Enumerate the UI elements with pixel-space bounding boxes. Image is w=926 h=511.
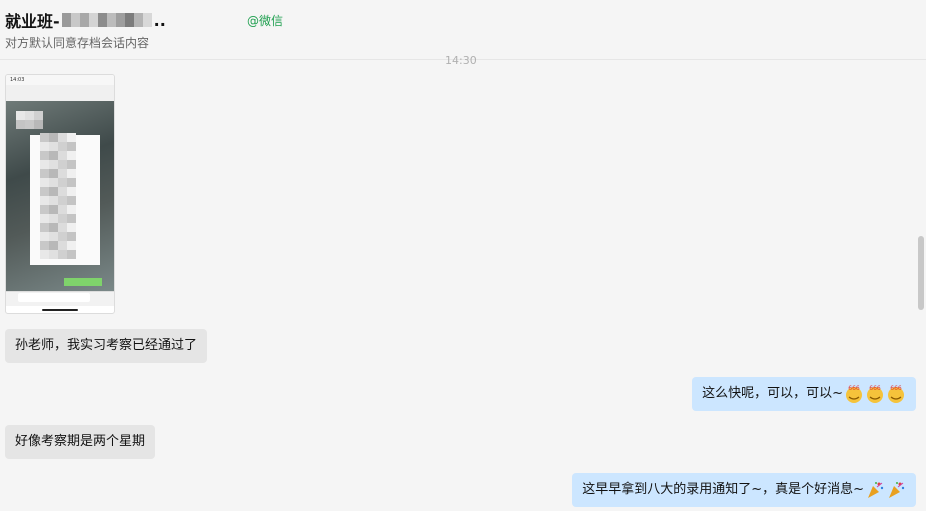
svg-text:666: 666 <box>848 385 860 392</box>
mosaic-tile <box>49 196 58 205</box>
mosaic-tile <box>49 178 58 187</box>
666-emoji-icon: 666 <box>888 385 904 403</box>
mosaic-tile <box>49 187 58 196</box>
chat-window: 就业班- .. @微信 对方默认同意存档会话内容 14:30 14:03 孙老师… <box>0 0 926 511</box>
phone-input-box <box>18 293 90 302</box>
chat-title-row[interactable]: 就业班- .. <box>5 9 166 32</box>
party-popper-icon <box>868 482 884 498</box>
mosaic-tile <box>58 133 67 142</box>
chat-title: 就业班- <box>5 12 60 31</box>
mosaic-tile <box>67 151 76 160</box>
mosaic-tile <box>40 232 49 241</box>
chat-title-ellipsis: .. <box>153 10 166 30</box>
mosaic-tile <box>16 111 25 120</box>
666-emoji-icon: 666 <box>846 385 862 403</box>
mosaic-tile <box>40 151 49 160</box>
mosaic-tile <box>67 133 76 142</box>
mosaic-tile <box>58 169 67 178</box>
mosaic-tile <box>67 250 76 259</box>
svg-text:666: 666 <box>890 385 902 392</box>
message-text: 好像考察期是两个星期 <box>15 434 146 449</box>
mosaic-tile <box>67 142 76 151</box>
redaction-mosaic <box>16 111 43 129</box>
mosaic-tile <box>58 187 67 196</box>
mosaic-tile <box>58 223 67 232</box>
mosaic-tile <box>67 232 76 241</box>
mosaic-tile <box>58 250 67 259</box>
mosaic-tile <box>58 178 67 187</box>
mosaic-tile <box>49 232 58 241</box>
image-message[interactable]: 14:03 <box>5 74 115 314</box>
svg-text:666: 666 <box>869 385 881 392</box>
mosaic-tile <box>58 196 67 205</box>
wechat-source-tag: @微信 <box>247 14 284 28</box>
mosaic-tile <box>40 214 49 223</box>
mosaic-tile <box>25 120 34 129</box>
message-text: 这么快呢，可以，可以~ <box>702 386 843 401</box>
mosaic-tile <box>67 187 76 196</box>
phone-nav-bar <box>6 85 114 101</box>
party-popper-icon <box>889 482 905 498</box>
mosaic-tile <box>49 142 58 151</box>
message-bubble-incoming[interactable]: 孙老师，我实习考察已经通过了 <box>5 329 208 363</box>
message-timestamp: 14:30 <box>445 54 477 64</box>
mosaic-tile <box>67 223 76 232</box>
mosaic-tile <box>67 205 76 214</box>
mosaic-tile <box>49 160 58 169</box>
mosaic-tile <box>40 160 49 169</box>
mosaic-tile <box>40 205 49 214</box>
mosaic-tile <box>67 214 76 223</box>
mosaic-tile <box>67 196 76 205</box>
phone-status-bar: 14:03 <box>6 75 114 85</box>
mosaic-tile <box>40 196 49 205</box>
mosaic-tile <box>58 160 67 169</box>
home-indicator <box>42 309 78 311</box>
mosaic-tile <box>34 111 43 120</box>
mosaic-tile <box>25 111 34 120</box>
mosaic-tile <box>49 223 58 232</box>
mosaic-tile <box>58 241 67 250</box>
mosaic-tile <box>58 151 67 160</box>
mosaic-tile <box>49 250 58 259</box>
mosaic-tile <box>67 178 76 187</box>
mosaic-tile <box>58 232 67 241</box>
mosaic-tile <box>49 133 58 142</box>
mosaic-tile <box>40 241 49 250</box>
mosaic-tile <box>49 151 58 160</box>
mosaic-tile <box>49 241 58 250</box>
mosaic-tile <box>40 169 49 178</box>
mosaic-tile <box>67 241 76 250</box>
mosaic-tile <box>40 187 49 196</box>
mosaic-tile <box>58 205 67 214</box>
scrollbar-thumb[interactable] <box>918 236 924 310</box>
message-text: 孙老师，我实习考察已经通过了 <box>15 338 198 353</box>
mosaic-tile <box>49 205 58 214</box>
mosaic-tile <box>67 160 76 169</box>
message-bubble-outgoing[interactable]: 这早早拿到八大的录用通知了~，真是个好消息~ <box>572 473 916 507</box>
mosaic-tile <box>49 214 58 223</box>
mosaic-tile <box>58 214 67 223</box>
mosaic-tile <box>67 169 76 178</box>
mosaic-tile <box>40 178 49 187</box>
archive-notice: 对方默认同意存档会话内容 <box>5 36 150 50</box>
chat-header: 就业班- .. @微信 对方默认同意存档会话内容 <box>0 0 926 60</box>
redacted-title-mosaic <box>61 13 152 27</box>
green-chat-bubble <box>64 278 102 286</box>
mosaic-tile <box>34 120 43 129</box>
message-bubble-outgoing[interactable]: 这么快呢，可以，可以~ 666 666 666 <box>692 377 916 411</box>
mosaic-tile <box>16 120 25 129</box>
message-text: 这早早拿到八大的录用通知了~，真是个好消息~ <box>582 482 864 497</box>
redaction-mosaic <box>40 133 76 259</box>
666-emoji-icon: 666 <box>867 385 883 403</box>
mosaic-tile <box>40 142 49 151</box>
mosaic-tile <box>40 133 49 142</box>
mosaic-tile <box>49 169 58 178</box>
mosaic-tile <box>40 223 49 232</box>
mosaic-tile <box>40 250 49 259</box>
message-bubble-incoming[interactable]: 好像考察期是两个星期 <box>5 425 156 459</box>
mosaic-tile <box>58 142 67 151</box>
